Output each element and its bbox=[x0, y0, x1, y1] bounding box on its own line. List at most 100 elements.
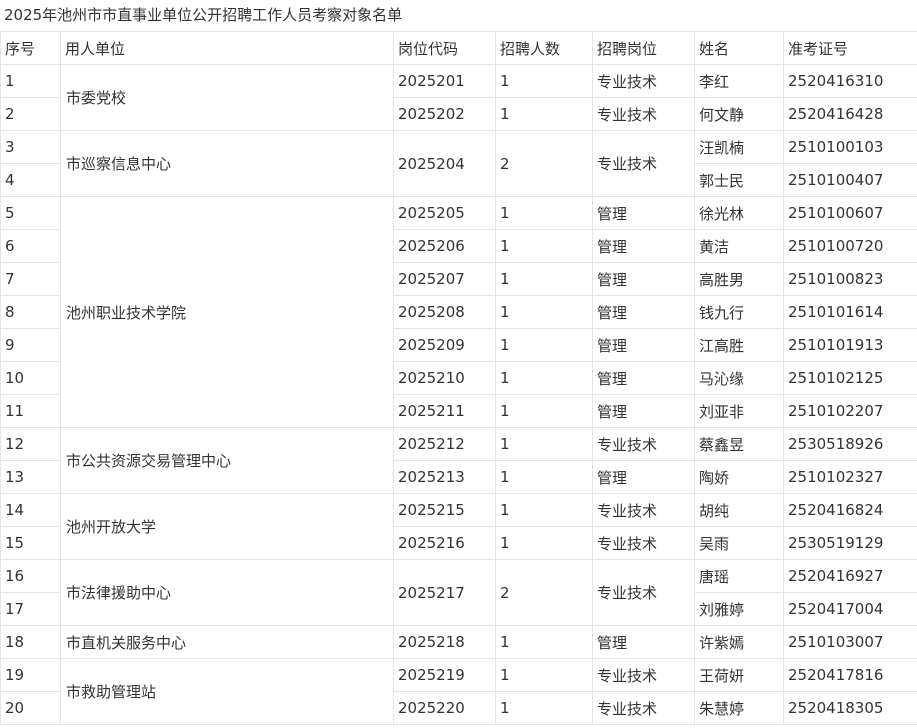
cell-code: 2025219 bbox=[393, 658, 496, 692]
cell-count: 1 bbox=[495, 625, 593, 659]
cell-post: 专业技术 bbox=[592, 97, 695, 131]
cell-count: 1 bbox=[495, 229, 593, 263]
cell-code: 2025215 bbox=[393, 493, 496, 527]
cell-code: 2025212 bbox=[393, 427, 496, 461]
cell-unit: 市救助管理站 bbox=[60, 658, 394, 725]
page-title: 2025年池州市市直事业单位公开招聘工作人员考察对象名单 bbox=[4, 6, 403, 24]
table-row: 16 市法律援助中心 2025217 2 专业技术 唐瑶 2520416927 bbox=[0, 559, 917, 626]
cell-count: 1 bbox=[495, 526, 593, 560]
cell-count: 1 bbox=[495, 427, 593, 461]
cell-no: 9 bbox=[0, 328, 61, 362]
cell-name: 徐光林 bbox=[694, 196, 784, 230]
cell-count: 1 bbox=[495, 295, 593, 329]
cell-unit: 市公共资源交易管理中心 bbox=[60, 427, 394, 494]
cell-name: 胡纯 bbox=[694, 493, 784, 527]
cell-code: 2025209 bbox=[393, 328, 496, 362]
cell-no: 15 bbox=[0, 526, 61, 560]
cell-code: 2025218 bbox=[393, 625, 496, 659]
cell-count: 2 bbox=[495, 559, 593, 626]
cell-count: 2 bbox=[495, 130, 593, 197]
cell-post: 管理 bbox=[592, 196, 695, 230]
table-row: 12 市公共资源交易管理中心 2025212 1 专业技术 蔡鑫昱 2530518926 bbox=[0, 427, 917, 494]
cell-no: 5 bbox=[0, 196, 61, 230]
header-name: 姓名 bbox=[694, 31, 784, 65]
cell-count: 1 bbox=[495, 361, 593, 395]
cell-name: 李红 bbox=[694, 64, 784, 98]
cell-no: 3 bbox=[0, 130, 61, 164]
cell-name: 刘亚非 bbox=[694, 394, 784, 428]
cell-name: 王荷妍 bbox=[694, 658, 784, 692]
table-row: 19 市救助管理站 2025219 1 专业技术 王荷妍 2520417816 bbox=[0, 658, 917, 725]
cell-post: 管理 bbox=[592, 295, 695, 329]
cell-no: 2 bbox=[0, 97, 61, 131]
cell-exam-no: 2520416927 bbox=[783, 559, 917, 593]
cell-post: 管理 bbox=[592, 361, 695, 395]
cell-no: 6 bbox=[0, 229, 61, 263]
cell-post: 专业技术 bbox=[592, 493, 695, 527]
cell-no: 11 bbox=[0, 394, 61, 428]
cell-name: 刘雅婷 bbox=[694, 592, 784, 626]
cell-post: 专业技术 bbox=[592, 427, 695, 461]
cell-name: 朱慧婷 bbox=[694, 691, 784, 725]
cell-exam-no: 2530518926 bbox=[783, 427, 917, 461]
table-row: 5 池州职业技术学院 2025205 1 管理 徐光林 2510100607 bbox=[0, 196, 917, 428]
cell-post: 管理 bbox=[592, 328, 695, 362]
cell-exam-no: 2510101913 bbox=[783, 328, 917, 362]
cell-name: 汪凯楠 bbox=[694, 130, 784, 164]
cell-post: 管理 bbox=[592, 394, 695, 428]
cell-name: 何文静 bbox=[694, 97, 784, 131]
table-row: 14 池州开放大学 2025215 1 专业技术 胡纯 2520416824 bbox=[0, 493, 917, 560]
cell-no: 14 bbox=[0, 493, 61, 527]
cell-no: 16 bbox=[0, 559, 61, 593]
cell-post: 管理 bbox=[592, 229, 695, 263]
cell-exam-no: 2510100607 bbox=[783, 196, 917, 230]
cell-count: 1 bbox=[495, 97, 593, 131]
header-count: 招聘人数 bbox=[495, 31, 593, 65]
cell-count: 1 bbox=[495, 691, 593, 725]
cell-count: 1 bbox=[495, 394, 593, 428]
cell-exam-no: 2520416428 bbox=[783, 97, 917, 131]
cell-no: 17 bbox=[0, 592, 61, 626]
cell-name: 陶娇 bbox=[694, 460, 784, 494]
cell-no: 13 bbox=[0, 460, 61, 494]
cell-no: 8 bbox=[0, 295, 61, 329]
cell-post: 专业技术 bbox=[592, 559, 695, 626]
cell-no: 1 bbox=[0, 64, 61, 98]
cell-exam-no: 2510102327 bbox=[783, 460, 917, 494]
cell-post: 专业技术 bbox=[592, 64, 695, 98]
cell-name: 马沁缘 bbox=[694, 361, 784, 395]
candidate-table: 序号 用人单位 岗位代码 招聘人数 招聘岗位 姓名 准考证号 1 市委党校 2025… bbox=[0, 31, 917, 725]
cell-unit: 市法律援助中心 bbox=[60, 559, 394, 626]
cell-exam-no: 2510100407 bbox=[783, 163, 917, 197]
cell-exam-no: 2510102125 bbox=[783, 361, 917, 395]
cell-name: 江高胜 bbox=[694, 328, 784, 362]
header-post: 招聘岗位 bbox=[592, 31, 695, 65]
cell-post: 专业技术 bbox=[592, 526, 695, 560]
header-code: 岗位代码 bbox=[393, 31, 496, 65]
cell-count: 1 bbox=[495, 493, 593, 527]
cell-code: 2025205 bbox=[393, 196, 496, 230]
cell-exam-no: 2510100103 bbox=[783, 130, 917, 164]
cell-code: 2025208 bbox=[393, 295, 496, 329]
header-unit: 用人单位 bbox=[60, 31, 394, 65]
cell-name: 郭士民 bbox=[694, 163, 784, 197]
cell-code: 2025204 bbox=[393, 130, 496, 197]
cell-unit: 池州职业技术学院 bbox=[60, 196, 394, 428]
cell-code: 2025201 bbox=[393, 64, 496, 98]
cell-no: 19 bbox=[0, 658, 61, 692]
cell-code: 2025216 bbox=[393, 526, 496, 560]
cell-code: 2025210 bbox=[393, 361, 496, 395]
cell-post: 专业技术 bbox=[592, 658, 695, 692]
table-row: 1 市委党校 2025201 1 专业技术 李红 2520416310 bbox=[0, 64, 917, 131]
cell-name: 钱九行 bbox=[694, 295, 784, 329]
cell-unit: 市委党校 bbox=[60, 64, 394, 131]
cell-post: 专业技术 bbox=[592, 691, 695, 725]
cell-exam-no: 2520416824 bbox=[783, 493, 917, 527]
cell-post: 管理 bbox=[592, 625, 695, 659]
cell-unit: 池州开放大学 bbox=[60, 493, 394, 560]
cell-exam-no: 2510100823 bbox=[783, 262, 917, 296]
table-row: 3 市巡察信息中心 2025204 2 专业技术 汪凯楠 2510100103 bbox=[0, 130, 917, 197]
cell-code: 2025206 bbox=[393, 229, 496, 263]
cell-unit: 市巡察信息中心 bbox=[60, 130, 394, 197]
cell-count: 1 bbox=[495, 262, 593, 296]
